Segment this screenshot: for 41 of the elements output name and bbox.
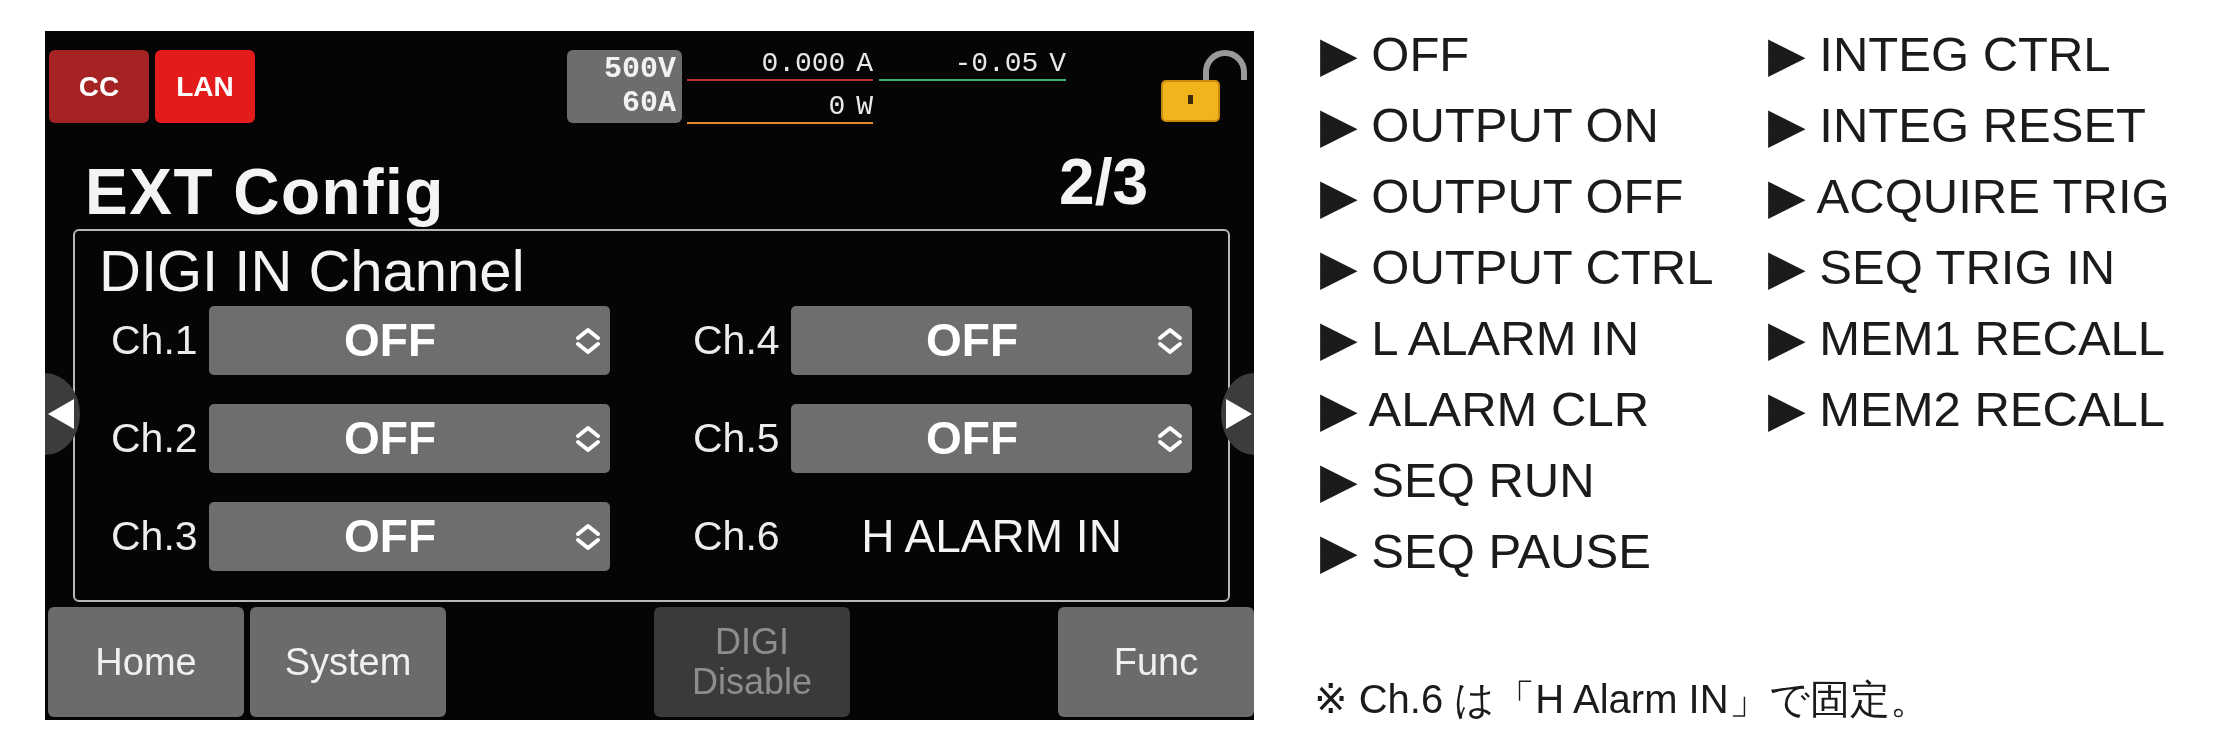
function-list-item: ▶ SEQ PAUSE [1320, 523, 1652, 580]
reading-value: 0.000 A [760, 49, 873, 79]
function-list-item: ▶ OUTPUT OFF [1320, 168, 1685, 225]
reading-value: -0.05 V [953, 49, 1066, 79]
soft-key-button[interactable]: System [250, 607, 446, 717]
function-list-item: ▶ ALARM CLR [1320, 381, 1651, 438]
function-list-item: ▶ INTEG RESET [1768, 97, 2147, 154]
channel-dropdown[interactable]: OFF [209, 404, 610, 473]
function-list-item: ▶ SEQ TRIG IN [1768, 239, 2117, 296]
function-list-item: ▶ OUTPUT ON [1320, 97, 1660, 154]
function-list-item: ▶ INTEG CTRL [1768, 26, 2112, 83]
channel-dropdown[interactable]: OFF [209, 502, 610, 571]
page-indicator: 2/3 [1059, 150, 1148, 214]
channel-label: Ch.6 [693, 511, 781, 561]
footnote: ※ Ch.6 は「H Alarm IN」で固定。 [1314, 676, 1931, 723]
range-value: 60A [621, 86, 676, 120]
function-list-item: ▶ ACQUIRE TRIG [1768, 168, 2170, 225]
function-list-item: ▶ OUTPUT CTRL [1320, 239, 1715, 296]
function-list-item: ▶ MEM1 RECALL [1768, 310, 2167, 367]
status-badge: LAN [155, 50, 255, 123]
channel-value: H ALARM IN [860, 509, 1123, 564]
channel-label: Ch.1 [111, 315, 199, 365]
function-list-item: ▶ OFF [1320, 26, 1471, 83]
range-value: 500V [603, 52, 676, 86]
panel-heading: DIGI IN Channel [99, 242, 526, 300]
channel-dropdown[interactable]: OFF [791, 404, 1192, 473]
channel-label: Ch.2 [111, 413, 199, 463]
channel-dropdown[interactable]: OFF [791, 306, 1192, 375]
reading-value: 0 W [827, 92, 873, 122]
soft-key-button[interactable]: Func [1058, 607, 1254, 717]
soft-key-button[interactable]: Home [48, 607, 244, 717]
channel-label: Ch.3 [111, 511, 199, 561]
function-list-item: ▶ MEM2 RECALL [1768, 381, 2167, 438]
channel-dropdown[interactable]: OFF [209, 306, 610, 375]
next-page-button[interactable] [1221, 373, 1254, 455]
status-badge: CC [49, 50, 149, 123]
previous-page-button[interactable] [45, 373, 80, 455]
channel-label: Ch.5 [693, 413, 781, 463]
function-list-item: ▶ SEQ RUN [1320, 452, 1596, 509]
channel-label: Ch.4 [693, 315, 781, 365]
function-list-item: ▶ L ALARM IN [1320, 310, 1641, 367]
